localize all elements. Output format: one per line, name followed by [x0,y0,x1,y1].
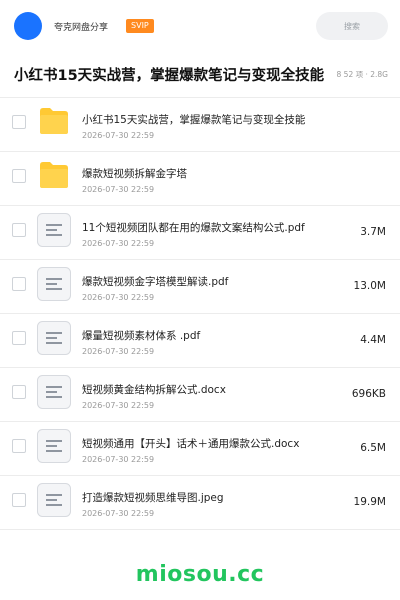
title-meta: 8 52 项 · 2.8G [334,69,388,80]
file-date: 2026-07-30 22:59 [82,401,155,410]
file-name[interactable]: 打造爆款短视频思维导图.jpeg [82,490,224,505]
file-date: 2026-07-30 22:59 [82,509,155,518]
file-name[interactable]: 爆量短视频素材体系 .pdf [82,328,200,343]
row-checkbox[interactable] [12,223,26,237]
row-checkbox[interactable] [12,331,26,345]
file-row[interactable]: 短视频通用【开头】话术＋通用爆款公式.docx 2026-07-30 22:59 6… [0,422,400,476]
row-checkbox[interactable] [12,493,26,507]
row-checkbox[interactable] [12,385,26,399]
document-icon [37,429,71,463]
title-row: 小红书15天实战营，掌握爆款笔记与变现全技能 8 52 项 · 2.8G [0,52,400,98]
row-checkbox[interactable] [12,169,26,183]
file-size: 19.9M [353,496,386,508]
file-date: 2026-07-30 22:59 [82,131,155,140]
file-row[interactable]: 爆款短视频金字塔模型解读.pdf 2026-07-30 22:59 13.0M [0,260,400,314]
file-size: 6.5M [360,442,386,454]
svip-badge: SVIP [126,19,154,33]
header: 夸克网盘分享 SVIP [0,0,400,52]
file-name[interactable]: 短视频通用【开头】话术＋通用爆款公式.docx [82,436,299,451]
file-list: 小红书15天实战营，掌握爆款笔记与变现全技能 2026-07-30 22:59 爆款… [0,98,400,530]
folder-icon [40,108,68,134]
file-row[interactable]: 打造爆款短视频思维导图.jpeg 2026-07-30 22:59 19.9M [0,476,400,530]
row-checkbox[interactable] [12,115,26,129]
page-title: 小红书15天实战营，掌握爆款笔记与变现全技能 [14,68,325,84]
search-input[interactable] [316,12,388,40]
file-date: 2026-07-30 22:59 [82,185,155,194]
file-row[interactable]: 小红书15天实战营，掌握爆款笔记与变现全技能 2026-07-30 22:59 [0,98,400,152]
file-date: 2026-07-30 22:59 [82,239,155,248]
file-name[interactable]: 11个短视频团队都在用的爆款文案结构公式.pdf [82,220,305,235]
file-date: 2026-07-30 22:59 [82,347,155,356]
document-icon [37,267,71,301]
file-name[interactable]: 爆款短视频拆解金字塔 [82,166,187,181]
row-checkbox[interactable] [12,439,26,453]
watermark: miosou.cc [135,562,265,587]
file-row[interactable]: 11个短视频团队都在用的爆款文案结构公式.pdf 2026-07-30 22:59… [0,206,400,260]
avatar[interactable] [14,12,42,40]
file-date: 2026-07-30 22:59 [82,293,155,302]
file-size: 3.7M [360,226,386,238]
document-icon [37,321,71,355]
share-page: 夸克网盘分享 SVIP 小红书15天实战营，掌握爆款笔记与变现全技能 8 52 … [0,0,400,600]
file-name[interactable]: 爆款短视频金字塔模型解读.pdf [82,274,228,289]
file-size: 13.0M [353,280,386,292]
app-name: 夸克网盘分享 [54,22,109,33]
folder-icon [40,162,68,188]
file-name[interactable]: 小红书15天实战营，掌握爆款笔记与变现全技能 [82,112,305,127]
file-row[interactable]: 爆款短视频拆解金字塔 2026-07-30 22:59 [0,152,400,206]
document-icon [37,483,71,517]
file-date: 2026-07-30 22:59 [82,455,155,464]
document-icon [37,213,71,247]
file-size: 4.4M [360,334,386,346]
file-size: 696KB [351,388,386,400]
file-name[interactable]: 短视频黄金结构拆解公式.docx [82,382,226,397]
file-row[interactable]: 爆量短视频素材体系 .pdf 2026-07-30 22:59 4.4M [0,314,400,368]
row-checkbox[interactable] [12,277,26,291]
document-icon [37,375,71,409]
file-row[interactable]: 短视频黄金结构拆解公式.docx 2026-07-30 22:59 696KB [0,368,400,422]
